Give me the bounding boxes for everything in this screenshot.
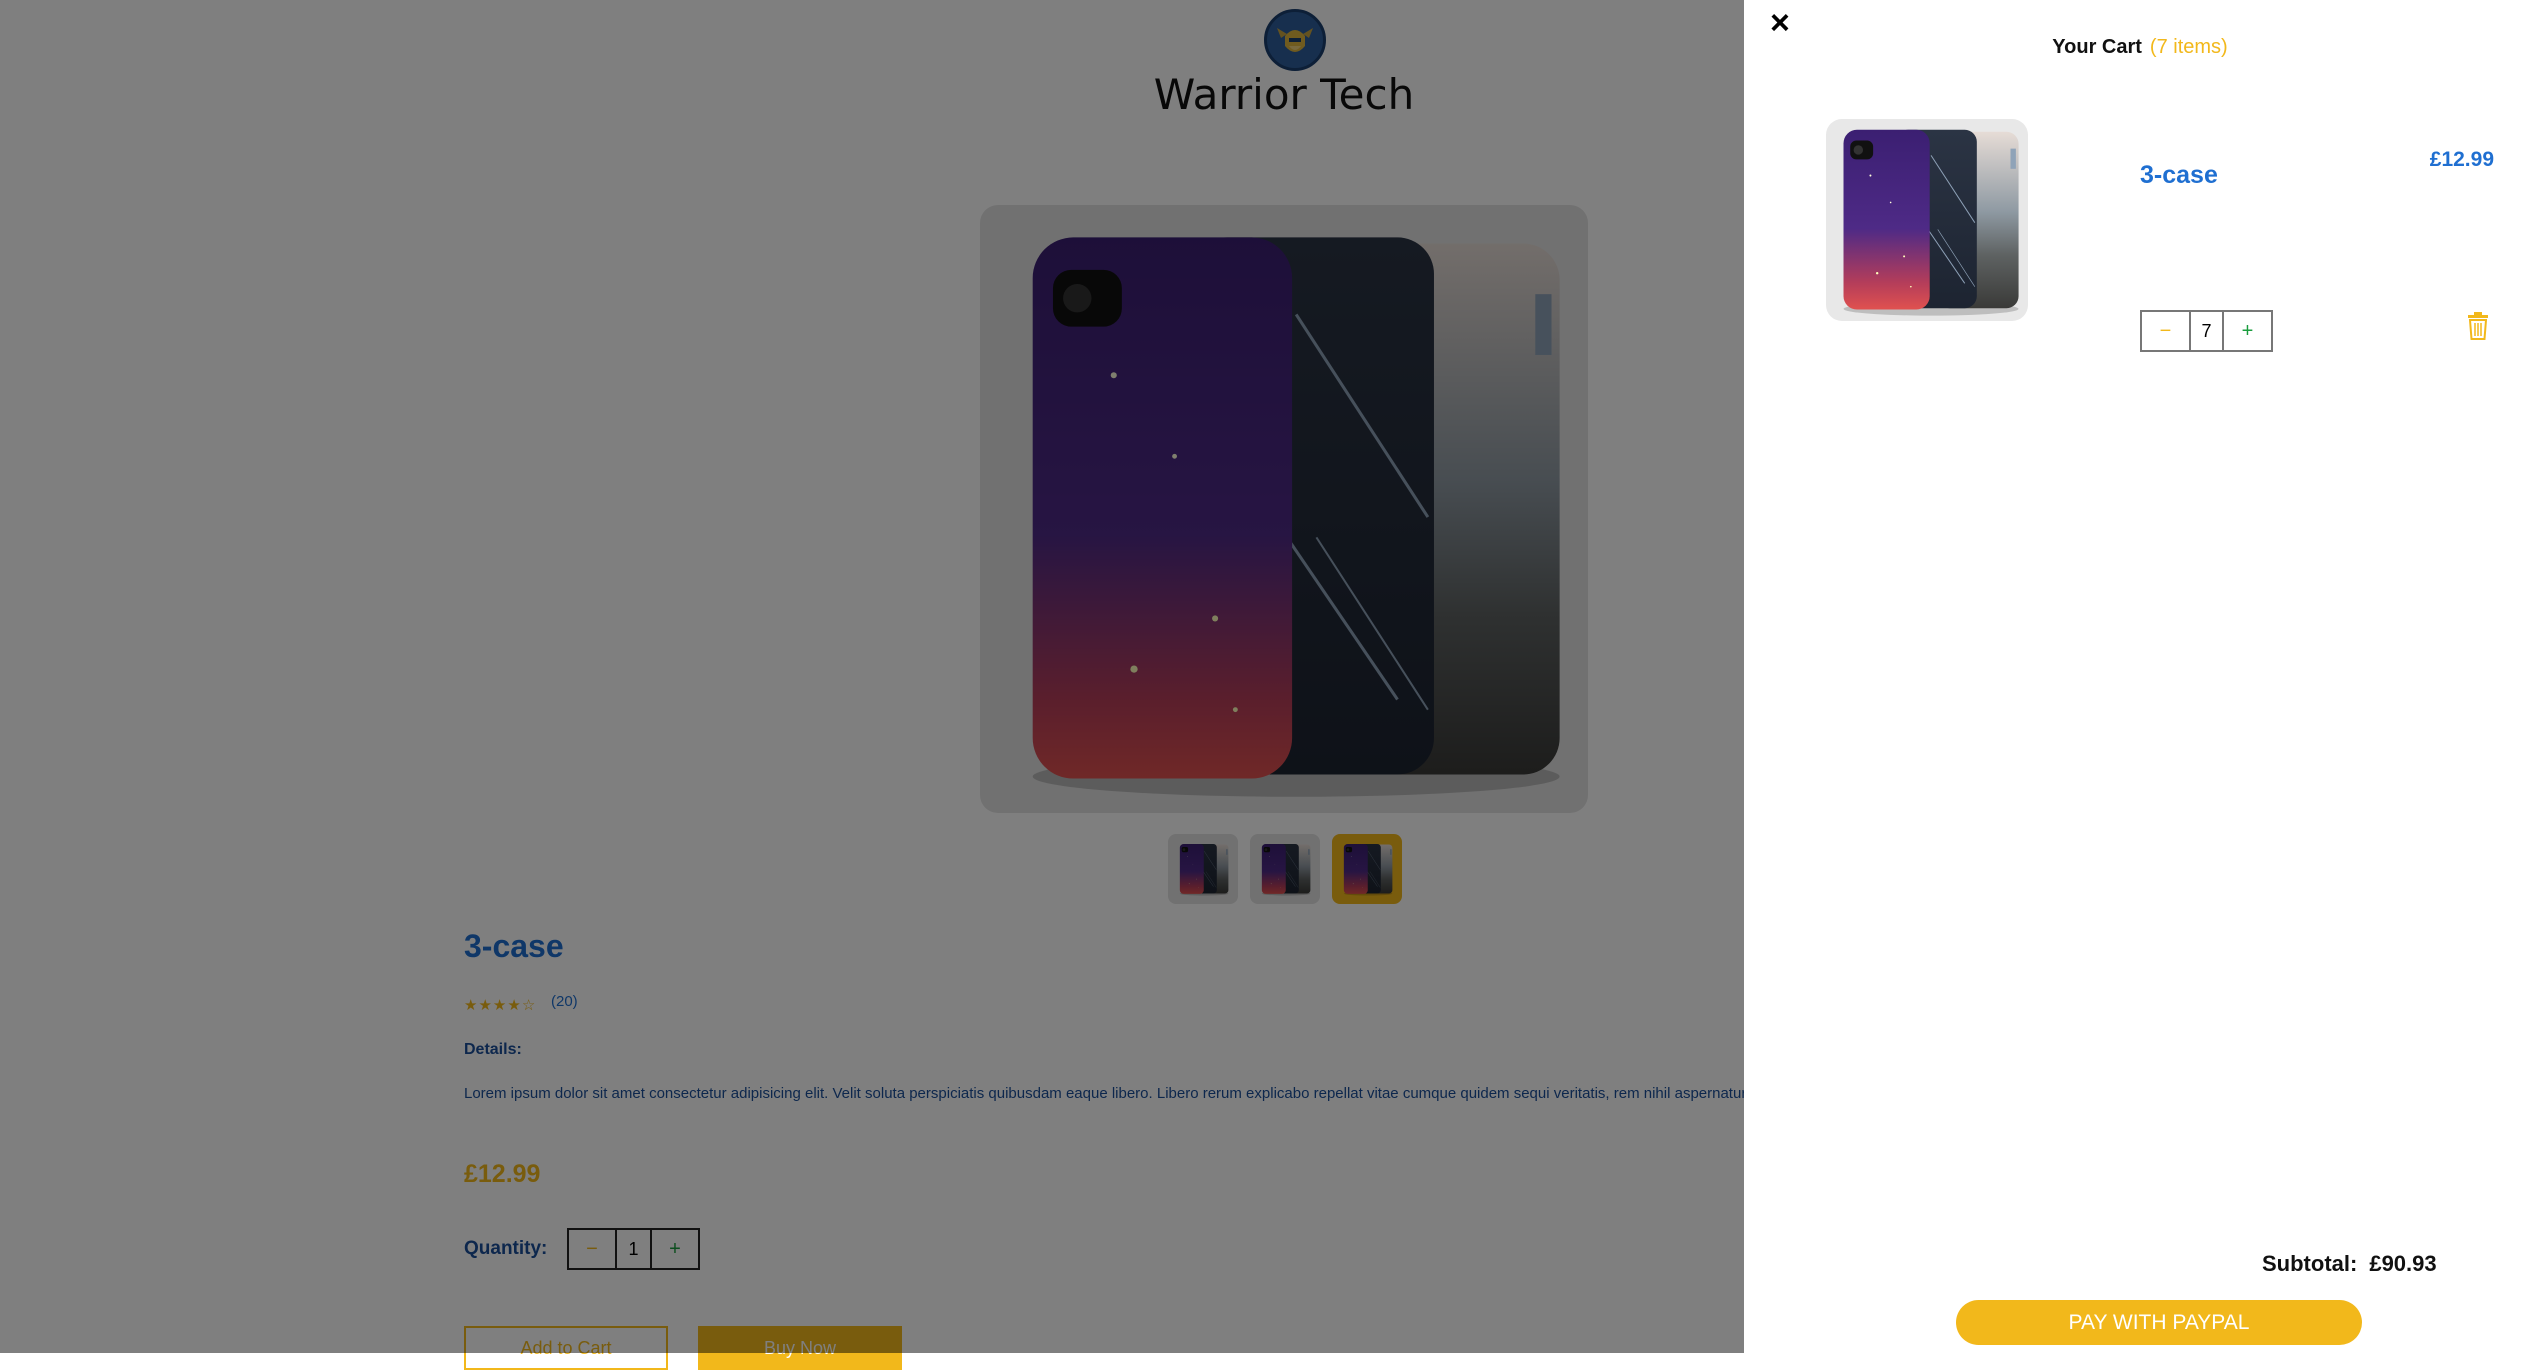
cart-item-price: £12.99 [2429,148,2494,171]
cart-increase-button[interactable]: + [2224,312,2271,350]
subtotal-label: Subtotal: [2262,1251,2358,1276]
cart-quantity-stepper: − 7 + [2140,310,2273,352]
close-icon[interactable]: × [1770,6,1790,40]
trash-icon[interactable] [2466,312,2490,340]
cart-decrease-button[interactable]: − [2142,312,2189,350]
cart-item-count: (7 items) [2149,36,2228,58]
cart-item-image [1826,119,2028,321]
cart-quantity-value[interactable]: 7 [2189,312,2224,350]
cart-heading: Your Cart (7 items) [1744,36,2536,59]
pay-with-paypal-button[interactable]: PAY WITH PAYPAL [1956,1300,2362,1345]
cart-item-name[interactable]: 3-case [2140,161,2218,190]
modal-backdrop[interactable] [0,0,1744,1353]
cart-title: Your Cart [2052,36,2142,58]
cart-subtotal: Subtotal: £90.93 [2262,1251,2437,1277]
subtotal-value: £90.93 [2369,1251,2437,1276]
